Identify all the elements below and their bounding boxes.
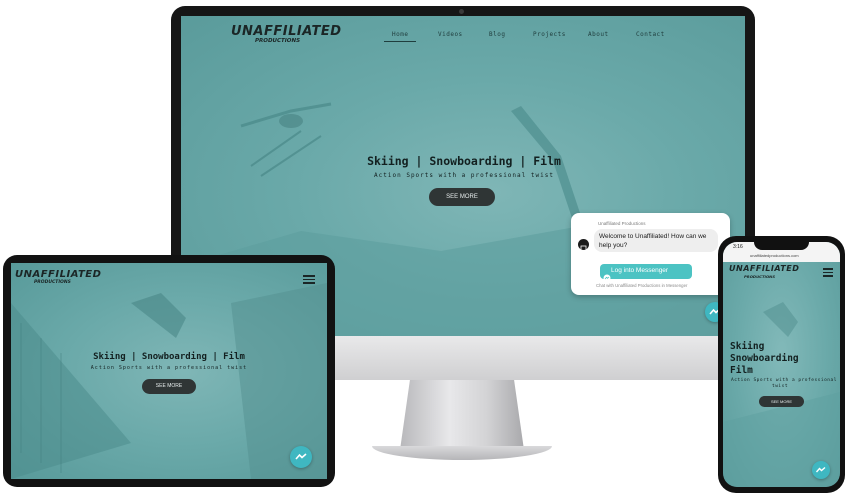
chat-avatar [578,239,589,252]
monitor-stand [400,380,524,450]
tablet-logo[interactable]: UNAFFILIATED [15,269,101,280]
monitor-base [372,446,552,460]
tablet-hero-title: Skiing | Snowboarding | Film [93,352,245,362]
chat-footer: Chat with Unaffiliated Productions in Me… [596,283,688,288]
nav-home[interactable]: Home [384,31,417,42]
tablet-see-more-button[interactable]: SEE MORE [142,379,196,394]
nav-about[interactable]: About [588,31,609,38]
phone-hero-line-1: Skiing [730,341,765,352]
chat-brand-name: Unaffiliated Productions [598,221,646,226]
tablet-logo-subtitle: PRODUCTIONS [34,280,71,285]
camera-dot [459,9,464,14]
messenger-fab-phone[interactable] [812,461,830,479]
phone-hamburger-menu-icon[interactable] [823,268,833,279]
hamburger-menu-icon[interactable] [303,275,315,286]
logo[interactable]: UNAFFILIATED [231,24,342,39]
phone-logo[interactable]: UNAFFILIATED [729,264,799,273]
nav-projects[interactable]: Projects [533,31,566,38]
nav-blog[interactable]: Blog [489,31,505,38]
phone-hero-line-2: Snowboarding [730,353,799,364]
messenger-fab-tablet[interactable] [290,446,312,468]
tablet-screen: UNAFFILIATED PRODUCTIONS Skiing | Snowbo… [11,263,327,479]
logo-badge-icon [580,245,587,252]
see-more-button[interactable]: SEE MORE [429,188,495,206]
phone-hero-subtitle-line-1: Action Sports with a professional [731,378,837,383]
messenger-icon [295,453,307,460]
log-into-messenger-label: Log into Messenger [611,267,669,274]
tablet-hero-subtitle: Action Sports with a professional twist [90,365,248,371]
phone-url-bar[interactable]: unaffiliatedproductions.com [750,253,799,258]
messenger-icon [603,267,611,282]
phone-logo-subtitle: PRODUCTIONS [744,274,776,279]
phone-notch [754,242,809,250]
chat-message: Welcome to Unaffiliated! How can we help… [599,233,707,249]
nav-videos[interactable]: Videos [438,31,463,38]
messenger-icon [815,466,826,473]
hero-subtitle: Action Sports with a professional twist [374,172,554,179]
tablet-hero-photo [11,283,327,479]
nav-contact[interactable]: Contact [636,31,665,38]
phone-see-more-button[interactable]: SEE MORE [759,396,804,407]
phone-hero-line-3: Film [730,365,753,376]
phone-time: 3:16 [733,244,743,250]
logo-subtitle: PRODUCTIONS [255,38,301,44]
hero-title: Skiing | Snowboarding | Film [367,154,561,168]
phone-hero-subtitle-line-2: twist [772,384,789,389]
